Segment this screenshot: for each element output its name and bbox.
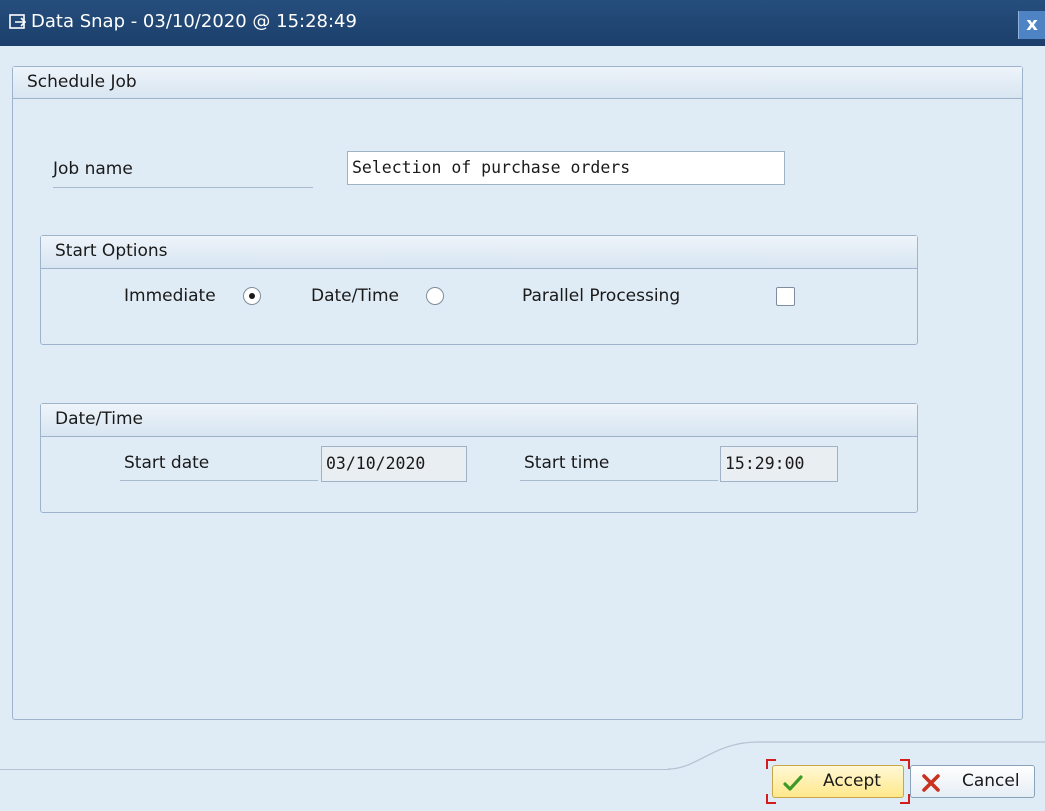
datetime-radio[interactable]: [426, 287, 444, 305]
start-time-label: Start time: [524, 453, 610, 473]
cancel-x-icon: [922, 774, 940, 792]
start-date-label-row: Start date: [120, 448, 318, 481]
parallel-processing-label: Parallel Processing: [522, 286, 681, 306]
start-date-field[interactable]: 03/10/2020: [321, 446, 467, 482]
parallel-processing-checkbox[interactable]: [776, 287, 795, 306]
job-name-input[interactable]: Selection of purchase orders: [347, 151, 785, 185]
job-name-label-row: Job name: [53, 155, 313, 188]
cancel-label: Cancel: [962, 771, 1020, 791]
accept-button[interactable]: Accept: [772, 765, 904, 798]
start-options-group: Start Options Immediate Date/Time Parall…: [40, 235, 918, 345]
schedule-job-header: Schedule Job: [13, 67, 1022, 99]
footer-divider: [0, 769, 670, 770]
focus-corner-br: [900, 794, 910, 804]
start-options-title: Start Options: [55, 241, 168, 261]
date-time-group: Date/Time Start date 03/10/2020 Start ti…: [40, 403, 918, 513]
close-icon: x: [1026, 14, 1038, 35]
focus-corner-tl: [766, 759, 776, 769]
focus-corner-bl: [766, 794, 776, 804]
schedule-job-title: Schedule Job: [27, 72, 137, 92]
checkmark-icon: [783, 775, 803, 791]
job-name-label: Job name: [53, 159, 133, 179]
date-time-header: Date/Time: [41, 404, 917, 437]
accept-label: Accept: [823, 771, 881, 791]
immediate-radio[interactable]: [243, 287, 261, 305]
start-options-header: Start Options: [41, 236, 917, 269]
window-title: Data Snap - 03/10/2020 @ 15:28:49: [31, 11, 357, 32]
radio-selected-dot: [249, 293, 255, 299]
close-button[interactable]: x: [1018, 11, 1045, 39]
immediate-label: Immediate: [124, 286, 216, 306]
window-icon: [9, 14, 27, 29]
start-time-field[interactable]: 15:29:00: [720, 446, 838, 482]
dialog-body: Schedule Job Job name Selection of purch…: [0, 46, 1045, 811]
title-bar: Data Snap - 03/10/2020 @ 15:28:49 x: [0, 0, 1045, 46]
focus-corner-tr: [900, 759, 910, 769]
schedule-job-panel: Schedule Job Job name Selection of purch…: [12, 66, 1023, 720]
cancel-button[interactable]: Cancel: [910, 765, 1035, 798]
start-date-label: Start date: [124, 453, 210, 473]
datetime-option-label: Date/Time: [311, 286, 399, 306]
start-time-label-row: Start time: [520, 448, 718, 481]
date-time-title: Date/Time: [55, 409, 143, 429]
